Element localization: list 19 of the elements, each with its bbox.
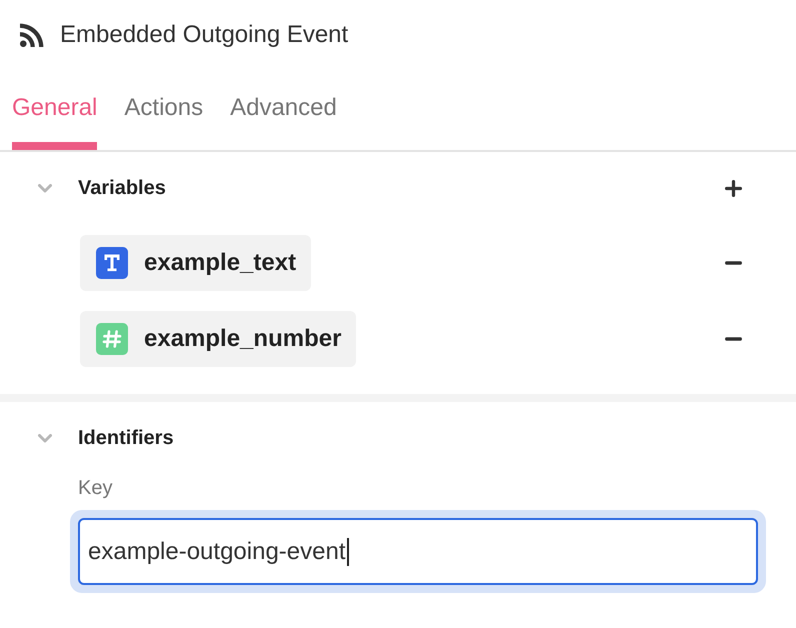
key-label: Key (78, 476, 112, 500)
key-input[interactable]: example-outgoing-event (70, 510, 766, 593)
variable-chip[interactable]: example_text (80, 235, 312, 291)
remove-variable-button[interactable] (725, 337, 742, 341)
variable-name: example_text (144, 249, 296, 277)
minus-icon (725, 337, 742, 341)
tab[interactable]: Advanced (230, 94, 337, 150)
minus-icon (725, 261, 742, 265)
section-heading: Variables (78, 176, 166, 200)
variable-name: example_number (144, 325, 342, 353)
text-cursor-icon (346, 538, 348, 566)
tab[interactable]: Actions (124, 94, 204, 150)
add-variable-button[interactable] (725, 180, 742, 196)
remove-variable-button[interactable] (725, 261, 742, 265)
section-heading: Identifiers (78, 426, 174, 450)
rss-feed-icon (20, 23, 44, 47)
plus-icon (725, 180, 742, 196)
window-title: Embedded Outgoing Event (60, 20, 348, 50)
variable-chip[interactable]: example_number (80, 311, 356, 367)
